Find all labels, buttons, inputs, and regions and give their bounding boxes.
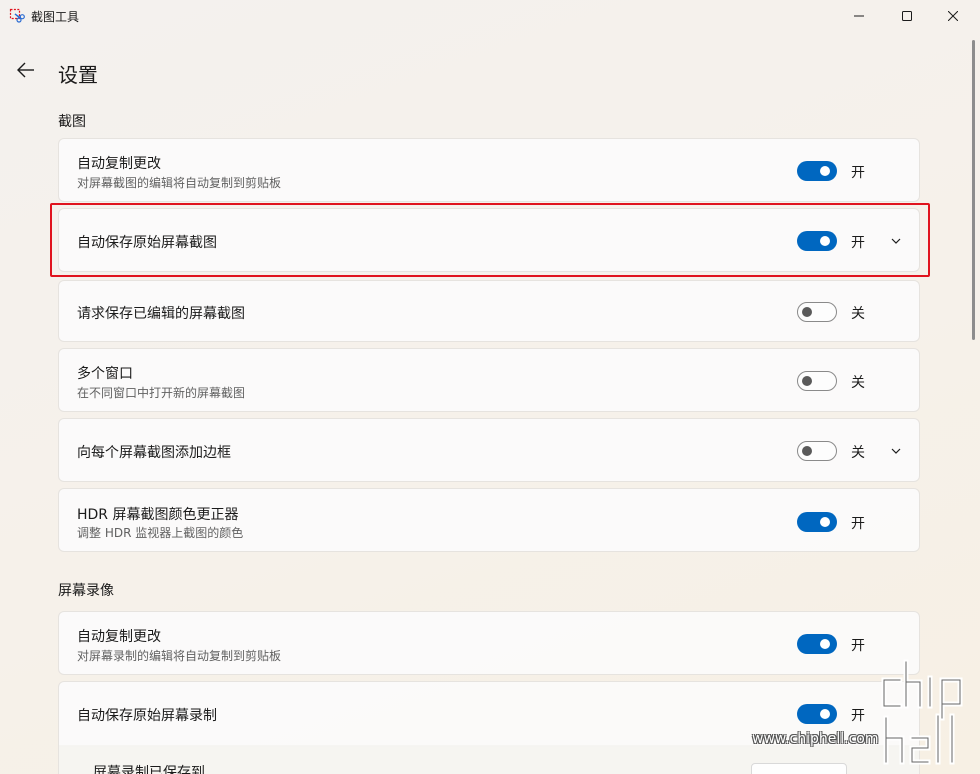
close-button[interactable] <box>930 0 976 32</box>
toggle-state-label: 开 <box>851 516 865 532</box>
setting-card-multiple-windows: 多个窗口 在不同窗口中打开新的屏幕截图 关 <box>58 348 920 412</box>
setting-title: 自动复制更改 <box>77 156 161 172</box>
setting-card-hdr-color-corrector: HDR 屏幕截图颜色更正器 调整 HDR 监视器上截图的颜色 开 <box>58 488 920 552</box>
setting-title: 自动保存原始屏幕录制 <box>77 708 217 724</box>
add-border-toggle[interactable] <box>797 441 837 461</box>
multiple-windows-toggle[interactable] <box>797 371 837 391</box>
setting-card-auto-copy: 自动复制更改 对屏幕截图的编辑将自动复制到剪贴板 开 <box>58 138 920 202</box>
auto-copy-toggle[interactable] <box>797 161 837 181</box>
setting-description: 对屏幕截图的编辑将自动复制到剪贴板 <box>77 176 282 190</box>
setting-title: HDR 屏幕截图颜色更正器 <box>77 507 239 523</box>
maximize-button[interactable] <box>884 0 930 32</box>
title-bar: 截图工具 <box>0 0 980 32</box>
vertical-scrollbar[interactable] <box>972 40 975 340</box>
back-arrow-icon <box>17 62 34 78</box>
snipping-tool-icon <box>9 8 25 24</box>
watermark-site-url: www.chiphell.com <box>752 731 879 747</box>
setting-title: 自动复制更改 <box>77 629 161 645</box>
setting-title: 请求保存已编辑的屏幕截图 <box>77 306 245 322</box>
setting-description: 调整 HDR 监视器上截图的颜色 <box>77 526 244 540</box>
setting-description: 对屏幕录制的编辑将自动复制到剪贴板 <box>77 649 282 663</box>
close-icon <box>948 11 958 21</box>
setting-card-add-border[interactable]: 向每个屏幕截图添加边框 关 <box>58 418 920 482</box>
page-title: 设置 <box>58 63 98 87</box>
chevron-down-icon[interactable] <box>888 443 904 459</box>
window-title: 截图工具 <box>31 10 80 24</box>
minimize-button[interactable] <box>836 0 882 32</box>
site-watermark: www.chiphell.com <box>752 658 970 768</box>
recording-save-location-label: 屏幕录制已保存到 <box>93 765 205 774</box>
toggle-state-label: 关 <box>851 445 865 461</box>
section-header-screenshot: 截图 <box>58 114 86 130</box>
minimize-icon <box>854 15 864 17</box>
back-button[interactable] <box>12 56 40 84</box>
toggle-state-label: 关 <box>851 375 865 391</box>
highlight-annotation-box <box>50 203 930 277</box>
setting-title: 多个窗口 <box>77 366 133 382</box>
toggle-state-label: 开 <box>851 165 865 181</box>
recording-auto-copy-toggle[interactable] <box>797 634 837 654</box>
section-header-recording: 屏幕录像 <box>58 583 114 599</box>
setting-card-request-save-edited: 请求保存已编辑的屏幕截图 关 <box>58 280 920 342</box>
chiphell-logo <box>881 659 963 765</box>
setting-description: 在不同窗口中打开新的屏幕截图 <box>77 386 246 400</box>
maximize-icon <box>902 11 912 21</box>
setting-title: 向每个屏幕截图添加边框 <box>77 445 231 461</box>
hdr-color-corrector-toggle[interactable] <box>797 512 837 532</box>
toggle-state-label: 关 <box>851 306 865 322</box>
toggle-state-label: 开 <box>851 638 865 654</box>
request-save-edited-toggle[interactable] <box>797 302 837 322</box>
